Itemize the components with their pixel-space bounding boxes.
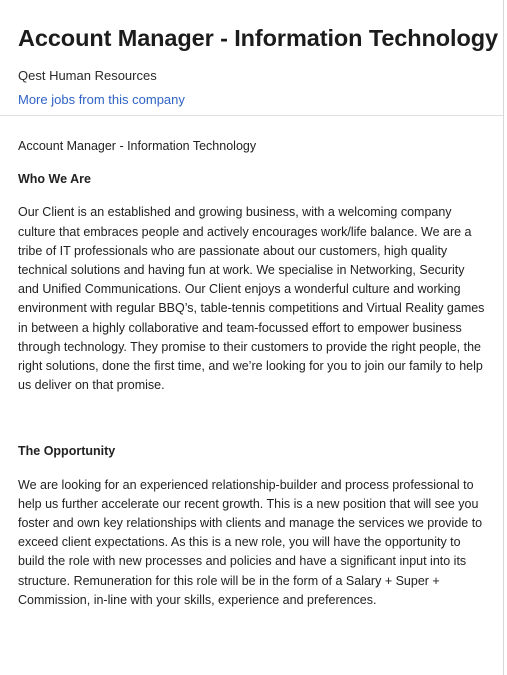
job-detail-panel: Account Manager - Information Technology… (0, 0, 504, 675)
job-header: Account Manager - Information Technology… (0, 0, 503, 116)
section-heading-who-we-are: Who We Are (18, 172, 91, 187)
job-title: Account Manager - Information Technology (18, 25, 498, 51)
section-heading-opportunity: The Opportunity (18, 444, 116, 459)
section-body-who-we-are: Our Client is an established and growing… (18, 205, 485, 393)
company-name: Qest Human Resources (18, 68, 157, 83)
job-description: Account Manager - Information Technology… (0, 116, 503, 610)
section-body-opportunity: We are looking for an experienced relati… (18, 477, 483, 607)
more-jobs-link[interactable]: More jobs from this company (18, 91, 185, 109)
description-intro-line: Account Manager - Information Technology (18, 139, 257, 153)
